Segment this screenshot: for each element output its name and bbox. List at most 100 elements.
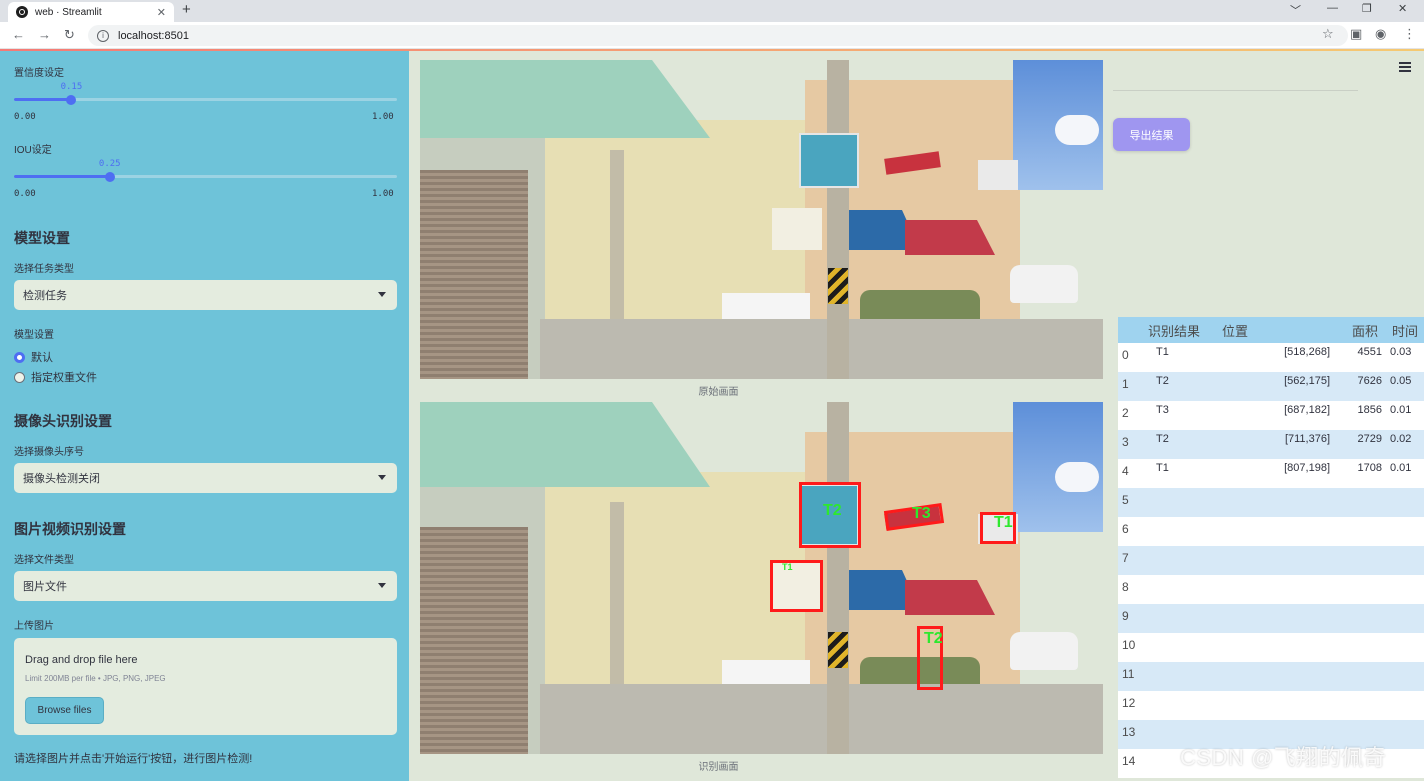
conf-slider-min: 0.00: [14, 112, 36, 122]
file-type-label: 选择文件类型: [14, 555, 74, 566]
row-index: 12: [1118, 691, 1142, 720]
divider: [1113, 90, 1358, 91]
radio-custom-weights[interactable]: 指定权重文件: [14, 369, 97, 385]
browser-tab[interactable]: web · Streamlit ✕: [8, 2, 174, 22]
table-row[interactable]: 8: [1118, 575, 1424, 604]
forward-icon[interactable]: →: [38, 27, 51, 42]
detection-label: T2: [924, 630, 943, 647]
col-header-time[interactable]: 时间: [1386, 317, 1424, 343]
col-header-position[interactable]: 位置: [1216, 317, 1346, 343]
table-row[interactable]: 7: [1118, 546, 1424, 575]
row-index: 7: [1118, 546, 1142, 575]
file-dropzone[interactable]: Drag and drop file here Limit 200MB per …: [14, 638, 397, 735]
cell-result: [1142, 662, 1216, 691]
cell-position: [518,268]: [1216, 343, 1346, 372]
cell-result: T1: [1142, 343, 1216, 372]
cell-time: 0.05: [1386, 372, 1424, 401]
browser-tabbar: web · Streamlit ✕ + ﹀ — ❐ ✕: [0, 0, 1424, 22]
cell-result: T2: [1142, 430, 1216, 459]
camera-index-label: 选择摄像头序号: [14, 447, 84, 458]
row-index: 0: [1118, 343, 1142, 372]
media-settings-header: 图片视频识别设置: [14, 521, 126, 537]
reload-icon[interactable]: ↻: [64, 27, 75, 43]
profile-icon[interactable]: ◉: [1375, 26, 1386, 42]
cell-area: 4551: [1346, 343, 1386, 372]
site-info-icon[interactable]: i: [97, 29, 109, 42]
cell-time: [1386, 633, 1424, 662]
chevron-down-icon: [378, 583, 386, 588]
table-row[interactable]: 9: [1118, 604, 1424, 633]
col-header-index[interactable]: [1118, 317, 1142, 343]
main-menu-icon[interactable]: [1399, 62, 1411, 74]
cell-time: [1386, 575, 1424, 604]
row-index: 13: [1118, 720, 1142, 749]
conf-slider-max: 1.00: [372, 112, 394, 122]
table-row[interactable]: 4 T1 [807,198] 1708 0.01: [1118, 459, 1424, 488]
new-tab-button[interactable]: +: [182, 1, 191, 18]
cell-result: [1142, 546, 1216, 575]
cell-position: [1216, 691, 1346, 720]
file-type-select[interactable]: 图片文件: [14, 571, 397, 601]
browse-files-button[interactable]: Browse files: [25, 697, 104, 724]
iou-slider[interactable]: [14, 171, 397, 182]
tab-close-icon[interactable]: ✕: [157, 6, 166, 19]
cell-area: 1856: [1346, 401, 1386, 430]
task-type-select[interactable]: 检测任务: [14, 280, 397, 310]
table-row[interactable]: 1 T2 [562,175] 7626 0.05: [1118, 372, 1424, 401]
radio-default-label: 默认: [31, 352, 53, 364]
cell-area: 1708: [1346, 459, 1386, 488]
bookmark-star-icon[interactable]: ☆: [1322, 26, 1334, 42]
table-row[interactable]: 12: [1118, 691, 1424, 720]
results-table: 识别结果 位置 面积 时间 0 T1 [518,268] 4551 0.03 1 T2 [56…: [1118, 317, 1424, 778]
table-row[interactable]: 11: [1118, 662, 1424, 691]
cell-area: [1346, 546, 1386, 575]
close-window-button[interactable]: ✕: [1398, 2, 1407, 15]
camera-index-select[interactable]: 摄像头检测关闭: [14, 463, 397, 493]
cell-time: [1386, 720, 1424, 749]
chevron-down-icon: [378, 292, 386, 297]
cell-area: 2729: [1346, 430, 1386, 459]
table-row[interactable]: 2 T3 [687,182] 1856 0.01: [1118, 401, 1424, 430]
conf-slider-thumb[interactable]: [66, 94, 77, 105]
detection-label: T1: [782, 562, 793, 572]
cell-result: T1: [1142, 459, 1216, 488]
export-results-button[interactable]: 导出结果: [1113, 118, 1190, 151]
iou-slider-value: 0.25: [98, 159, 121, 169]
dropzone-text: Drag and drop file here: [25, 654, 138, 666]
task-type-value: 检测任务: [23, 290, 67, 302]
table-row[interactable]: 5: [1118, 488, 1424, 517]
cell-result: [1142, 633, 1216, 662]
row-index: 8: [1118, 575, 1142, 604]
cell-position: [562,175]: [1216, 372, 1346, 401]
result-image-caption: 识别画面: [698, 762, 739, 773]
cell-time: 0.02: [1386, 430, 1424, 459]
row-index: 11: [1118, 662, 1142, 691]
tab-search-icon[interactable]: ﹀: [1290, 2, 1301, 18]
iou-slider-thumb[interactable]: [104, 171, 115, 182]
cell-time: [1386, 662, 1424, 691]
table-row[interactable]: 6: [1118, 517, 1424, 546]
url-field[interactable]: i localhost:8501: [88, 25, 1348, 46]
table-row[interactable]: 10: [1118, 633, 1424, 662]
back-icon[interactable]: ←: [12, 27, 25, 42]
cell-time: [1386, 749, 1424, 778]
menu-dots-icon[interactable]: ⋮: [1403, 26, 1416, 42]
side-panel-icon[interactable]: ▣: [1350, 26, 1362, 42]
conf-slider-fill: [14, 98, 72, 101]
col-header-result[interactable]: 识别结果: [1142, 317, 1216, 343]
radio-default[interactable]: 默认: [14, 349, 53, 365]
cell-result: [1142, 488, 1216, 517]
table-row[interactable]: 3 T2 [711,376] 2729 0.02: [1118, 430, 1424, 459]
conf-slider[interactable]: [14, 94, 397, 105]
task-type-label: 选择任务类型: [14, 264, 74, 275]
cell-position: [1216, 488, 1346, 517]
minimize-button[interactable]: —: [1327, 2, 1338, 14]
table-row[interactable]: 0 T1 [518,268] 4551 0.03: [1118, 343, 1424, 372]
chevron-down-icon: [378, 475, 386, 480]
cell-area: [1346, 633, 1386, 662]
row-index: 6: [1118, 517, 1142, 546]
maximize-button[interactable]: ❐: [1362, 2, 1372, 15]
col-header-area[interactable]: 面积: [1346, 317, 1386, 343]
radio-unselected-icon: [14, 371, 25, 383]
cell-position: [687,182]: [1216, 401, 1346, 430]
